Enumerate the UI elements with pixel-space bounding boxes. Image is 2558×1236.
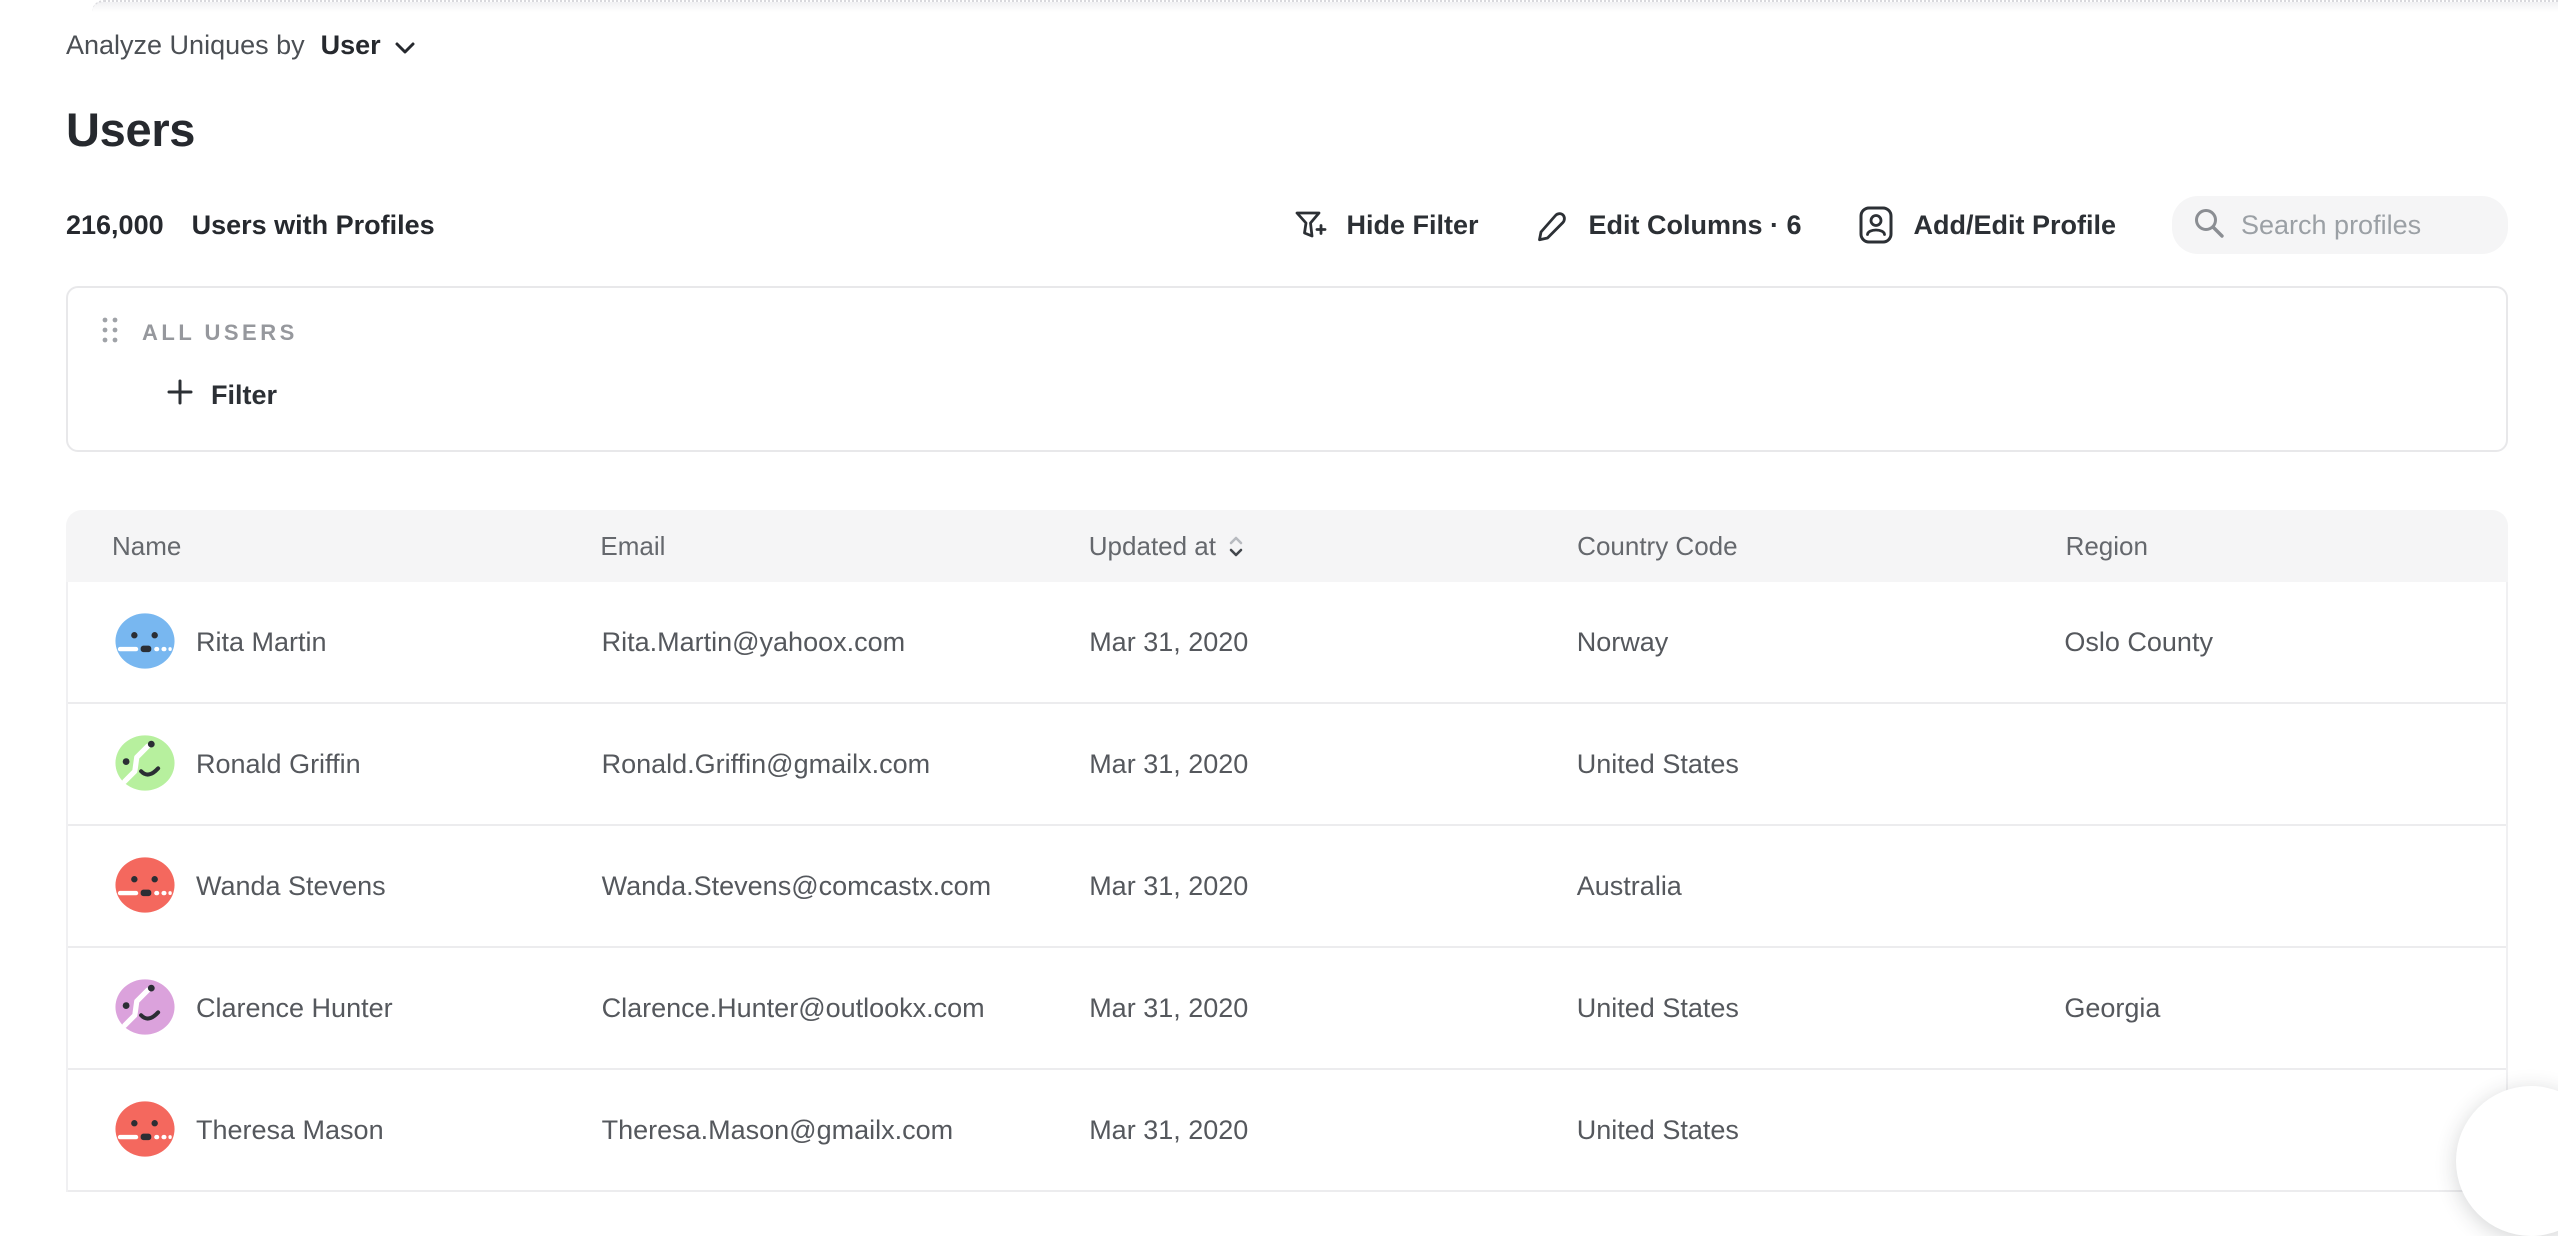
user-region: Oslo County — [2018, 627, 2506, 658]
hide-filter-button[interactable]: Hide Filter — [1292, 207, 1478, 243]
user-email: Rita.Martin@yahoox.com — [556, 627, 1044, 658]
user-country-code: United States — [1531, 749, 2019, 780]
avatar-face-icon — [114, 611, 176, 673]
hide-filter-label: Hide Filter — [1346, 210, 1478, 241]
add-edit-profile-button[interactable]: Add/Edit Profile — [1858, 205, 2117, 245]
chevron-down-icon — [395, 30, 415, 61]
column-header-region[interactable]: Region — [2020, 531, 2508, 562]
user-updated-at: Mar 31, 2020 — [1043, 627, 1531, 658]
analyze-uniques-row: Analyze Uniques by User — [66, 28, 2508, 62]
user-region: Georgia — [2018, 993, 2506, 1024]
table-body: Rita Martin Rita.Martin@yahoox.com Mar 3… — [66, 582, 2508, 1192]
analyze-by-dropdown[interactable]: User — [321, 30, 415, 61]
avatar-face-icon — [114, 977, 176, 1039]
user-country-code: Norway — [1531, 627, 2019, 658]
user-updated-at: Mar 31, 2020 — [1043, 871, 1531, 902]
user-updated-at: Mar 31, 2020 — [1043, 993, 1531, 1024]
name-cell: Theresa Mason — [68, 1099, 556, 1161]
table-header: Name Email Updated at Country Code Regio… — [66, 510, 2508, 582]
table-row[interactable]: Rita Martin Rita.Martin@yahoox.com Mar 3… — [68, 582, 2506, 704]
edit-columns-label: Edit Columns · 6 — [1588, 210, 1801, 241]
users-table: Name Email Updated at Country Code Regio… — [66, 510, 2508, 1192]
sort-icon[interactable] — [1229, 536, 1243, 557]
plus-icon — [166, 378, 194, 413]
column-header-country-code[interactable]: Country Code — [1531, 531, 2019, 562]
controls-row: 216,000 Users with Profiles Hide Filter — [66, 194, 2508, 256]
scroll-edge-divider — [92, 0, 2558, 12]
name-cell: Clarence Hunter — [68, 977, 556, 1039]
user-country-code: United States — [1531, 1115, 2019, 1146]
profile-badge-icon — [1858, 205, 1896, 245]
user-country-code: United States — [1531, 993, 2019, 1024]
profiles-count-label: Users with Profiles — [192, 210, 435, 241]
table-row[interactable]: Theresa Mason Theresa.Mason@gmailx.com M… — [68, 1070, 2506, 1192]
pencil-icon — [1534, 207, 1570, 243]
analyze-by-value: User — [321, 30, 381, 61]
table-row[interactable]: Wanda Stevens Wanda.Stevens@comcastx.com… — [68, 826, 2506, 948]
user-country-code: Australia — [1531, 871, 2019, 902]
filter-card: ALL USERS Filter — [66, 286, 2508, 452]
column-header-email[interactable]: Email — [554, 531, 1042, 562]
user-name: Rita Martin — [196, 627, 327, 658]
search-profiles-box — [2172, 196, 2508, 254]
search-profiles-input[interactable] — [2241, 210, 2490, 241]
edit-columns-button[interactable]: Edit Columns · 6 — [1534, 207, 1801, 243]
user-name: Wanda Stevens — [196, 871, 386, 902]
filter-funnel-icon — [1292, 207, 1328, 243]
user-email: Clarence.Hunter@outlookx.com — [556, 993, 1044, 1024]
profiles-count: 216,000 Users with Profiles — [66, 210, 435, 241]
toolbar: Hide Filter Edit Columns · 6 — [1292, 196, 2508, 254]
add-filter-label: Filter — [211, 380, 277, 411]
user-updated-at: Mar 31, 2020 — [1043, 749, 1531, 780]
table-row[interactable]: Ronald Griffin Ronald.Griffin@gmailx.com… — [68, 704, 2506, 826]
name-cell: Wanda Stevens — [68, 855, 556, 917]
search-icon — [2192, 206, 2226, 245]
user-name: Ronald Griffin — [196, 749, 361, 780]
name-cell: Ronald Griffin — [68, 733, 556, 795]
user-email: Theresa.Mason@gmailx.com — [556, 1115, 1044, 1146]
table-row[interactable]: Clarence Hunter Clarence.Hunter@outlookx… — [68, 948, 2506, 1070]
drag-handle-icon[interactable] — [101, 316, 119, 349]
profiles-count-value: 216,000 — [66, 210, 164, 241]
analyze-uniques-label: Analyze Uniques by — [66, 30, 305, 61]
user-name: Theresa Mason — [196, 1115, 384, 1146]
user-name: Clarence Hunter — [196, 993, 393, 1024]
column-header-updated-at[interactable]: Updated at — [1043, 531, 1531, 562]
column-header-name[interactable]: Name — [66, 531, 554, 562]
avatar-face-icon — [114, 733, 176, 795]
user-updated-at: Mar 31, 2020 — [1043, 1115, 1531, 1146]
user-email: Wanda.Stevens@comcastx.com — [556, 871, 1044, 902]
user-email: Ronald.Griffin@gmailx.com — [556, 749, 1044, 780]
name-cell: Rita Martin — [68, 611, 556, 673]
users-page: Analyze Uniques by User Users 216,000 Us… — [0, 28, 2558, 1192]
page-title: Users — [66, 102, 2508, 158]
avatar-face-icon — [114, 1099, 176, 1161]
add-edit-profile-label: Add/Edit Profile — [1914, 210, 2117, 241]
filter-group-header: ALL USERS — [101, 316, 298, 349]
avatar-face-icon — [114, 855, 176, 917]
filter-group-label: ALL USERS — [142, 320, 298, 346]
add-filter-button[interactable]: Filter — [166, 378, 277, 413]
